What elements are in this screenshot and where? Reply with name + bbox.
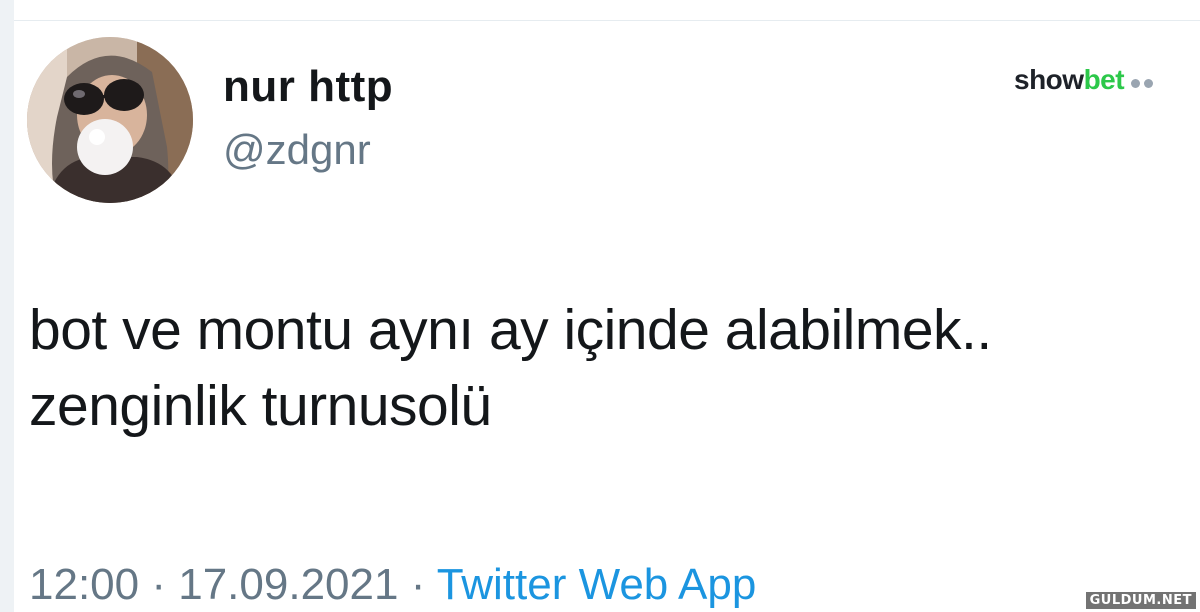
avatar-photo-icon xyxy=(27,37,193,203)
tweet-meta: 12:00 · 17.09.2021 · Twitter Web App xyxy=(29,560,756,610)
tweet-text: bot ve montu aynı ay içinde alabilmek.. … xyxy=(29,292,1194,444)
top-divider xyxy=(14,20,1200,21)
logo-text-part1: show xyxy=(1014,64,1084,95)
tweet-time[interactable]: 12:00 xyxy=(29,560,139,609)
meta-separator-2: · xyxy=(410,560,426,609)
tweet-date[interactable]: 17.09.2021 xyxy=(178,560,398,609)
tweet-text-line-1: bot ve montu aynı ay içinde alabilmek.. xyxy=(29,298,992,362)
avatar[interactable] xyxy=(27,37,193,203)
showbet-logo: showbet xyxy=(1014,64,1154,98)
tweet-source-link[interactable]: Twitter Web App xyxy=(437,560,757,609)
display-name[interactable]: nur http xyxy=(223,62,393,112)
tweet-screenshot: nur http @zdgnr showbet bot ve montu ayn… xyxy=(0,0,1200,612)
site-watermark: GULDUM.NET xyxy=(1085,592,1196,609)
user-handle[interactable]: @zdgnr xyxy=(223,126,371,174)
logo-dots-icon xyxy=(1127,66,1154,98)
logo-text-part2: bet xyxy=(1083,64,1125,95)
meta-separator: · xyxy=(151,560,166,609)
tweet-text-line-2: zenginlik turnusolü xyxy=(29,374,492,438)
left-edge-strip xyxy=(0,0,14,612)
